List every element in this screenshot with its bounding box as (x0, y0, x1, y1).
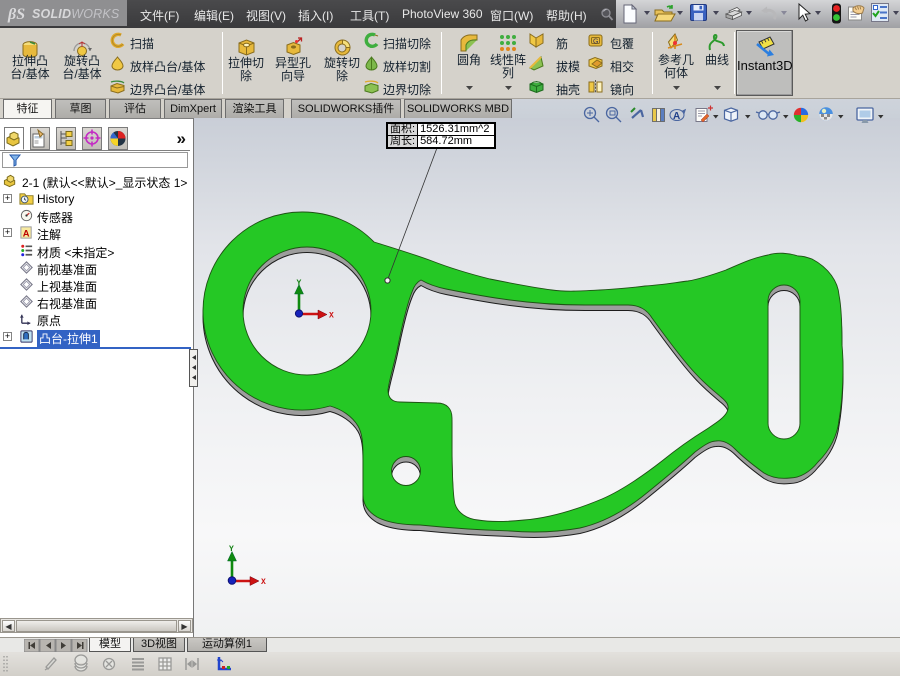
svg-text:Y: Y (297, 279, 302, 288)
svg-text:βS: βS (7, 6, 25, 23)
svg-text:X: X (261, 578, 266, 587)
svg-text:A: A (23, 228, 30, 238)
svg-text:G: G (593, 39, 598, 46)
svg-text:A: A (673, 111, 680, 122)
svg-text:Y: Y (229, 545, 234, 554)
svg-text:X: X (329, 312, 334, 321)
svg-text:SOLIDWORKS: SOLIDWORKS (32, 7, 120, 21)
